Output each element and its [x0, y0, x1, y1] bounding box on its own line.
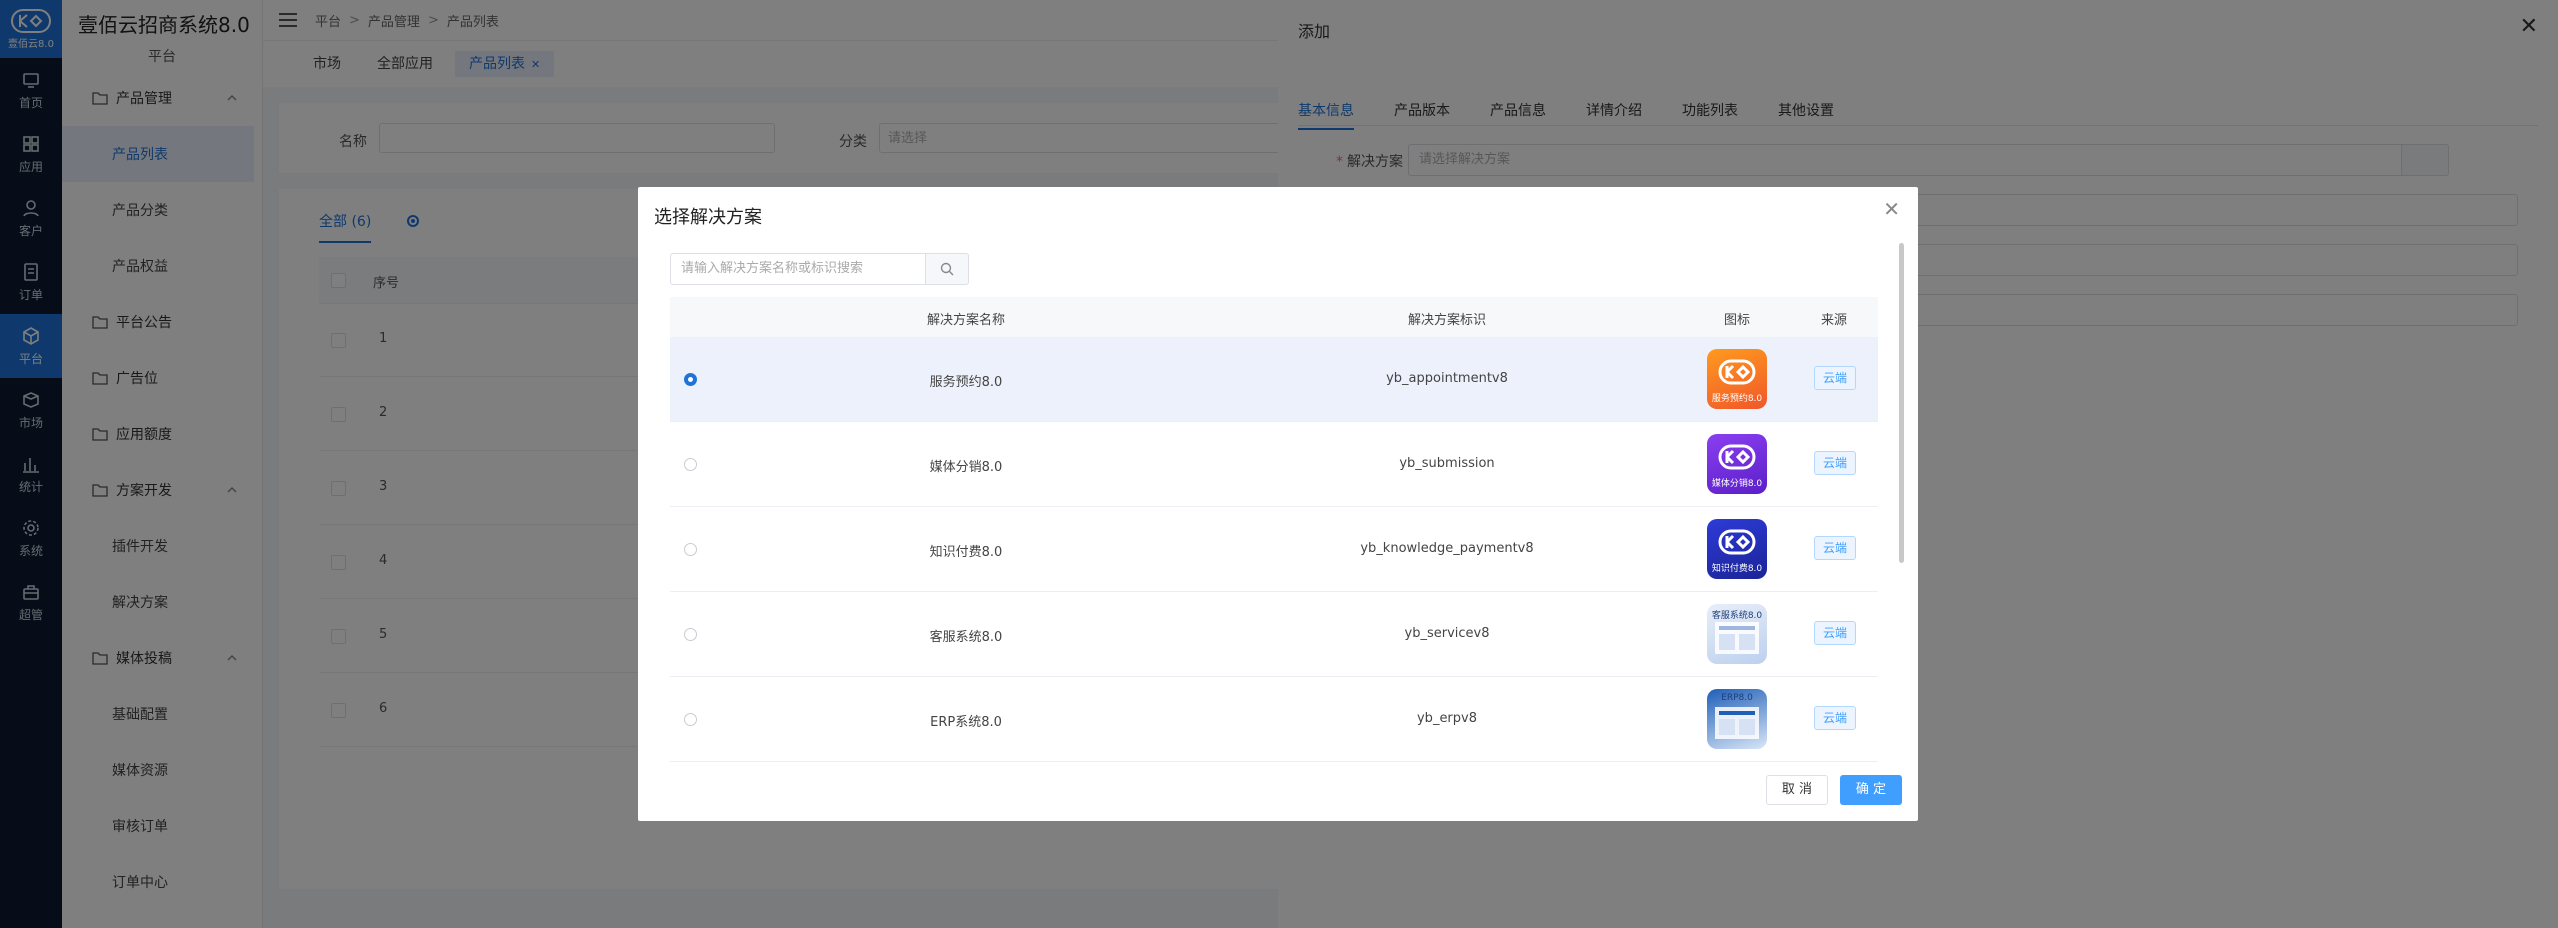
solution-key: yb_servicev8 — [1404, 626, 1490, 641]
solution-icon: 服务预约8.0 — [1707, 349, 1767, 409]
solution-icon: 知识付费8.0 — [1707, 519, 1767, 579]
solution-icon: 客服系统8.0 — [1707, 604, 1767, 664]
solution-icon-caption: ERP8.0 — [1721, 693, 1753, 703]
source-tag: 云端 — [1814, 366, 1857, 390]
solution-name: 客服系统8.0 — [929, 630, 1003, 645]
solution-row[interactable]: 服务预约8.0 yb_appointmentv8 服务预约8.0 云端 — [670, 337, 1878, 422]
cancel-button[interactable]: 取 消 — [1766, 775, 1828, 805]
col-icon-header: 图标 — [1723, 313, 1751, 328]
col-name-header: 解决方案名称 — [926, 313, 1006, 328]
solution-icon-caption: 客服系统8.0 — [1711, 611, 1763, 621]
search-icon — [940, 262, 954, 276]
solution-key: yb_knowledge_paymentv8 — [1360, 541, 1534, 556]
solution-row[interactable]: 媒体分销8.0 yb_submission 媒体分销8.0 云端 — [670, 422, 1878, 507]
solution-name: ERP系统8.0 — [930, 715, 1002, 730]
solution-row[interactable]: 客服系统8.0 yb_servicev8 客服系统8.0 云端 — [670, 592, 1878, 677]
source-tag: 云端 — [1814, 451, 1857, 475]
table-header: 解决方案名称 解决方案标识 图标 来源 — [670, 297, 1878, 337]
solution-radio[interactable] — [684, 713, 697, 726]
modal-title: 选择解决方案 — [654, 207, 762, 228]
solution-key: yb_erpv8 — [1416, 711, 1478, 726]
modal-close-icon[interactable]: ✕ — [1883, 197, 1900, 221]
solution-table: 解决方案名称 解决方案标识 图标 来源 服务预约8.0 yb_appointme… — [670, 297, 1878, 762]
source-tag: 云端 — [1814, 536, 1857, 560]
solution-radio[interactable] — [684, 458, 697, 471]
solution-icon-caption: 知识付费8.0 — [1711, 564, 1763, 574]
solution-radio[interactable] — [684, 628, 697, 641]
search-button[interactable] — [925, 253, 969, 285]
solution-radio[interactable] — [684, 543, 697, 556]
solution-key: yb_submission — [1399, 456, 1495, 471]
col-key-header: 解决方案标识 — [1407, 313, 1487, 328]
solution-radio[interactable] — [684, 373, 697, 386]
solution-icon-caption: 服务预约8.0 — [1711, 394, 1763, 404]
solution-search-input[interactable]: 请输入解决方案名称或标识搜索 — [670, 253, 926, 285]
solution-icon: ERP8.0 — [1707, 689, 1767, 749]
modal-scrollbar[interactable] — [1899, 243, 1904, 563]
solution-icon: 媒体分销8.0 — [1707, 434, 1767, 494]
solution-key: yb_appointmentv8 — [1386, 371, 1508, 386]
solution-name: 服务预约8.0 — [929, 375, 1003, 390]
col-source-header: 来源 — [1820, 313, 1848, 328]
select-solution-modal: 选择解决方案 ✕ 请输入解决方案名称或标识搜索 解决方案名称 解决方案标识 图标… — [638, 187, 1918, 821]
solution-row[interactable]: ERP系统8.0 yb_erpv8 ERP8.0 云端 — [670, 677, 1878, 762]
solution-row[interactable]: 知识付费8.0 yb_knowledge_paymentv8 知识付费8.0 云… — [670, 507, 1878, 592]
solution-name: 媒体分销8.0 — [929, 460, 1003, 475]
source-tag: 云端 — [1814, 621, 1857, 645]
source-tag: 云端 — [1814, 706, 1857, 730]
solution-name: 知识付费8.0 — [929, 545, 1003, 560]
confirm-button[interactable]: 确 定 — [1840, 775, 1902, 805]
solution-icon-caption: 媒体分销8.0 — [1711, 479, 1763, 489]
